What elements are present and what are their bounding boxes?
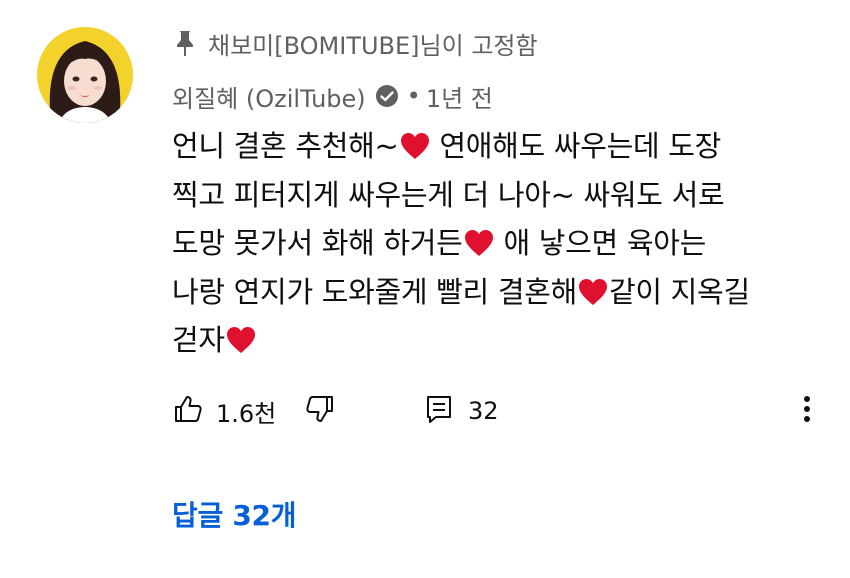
thumb-up-icon[interactable] <box>172 393 204 429</box>
red-heart-emoji-icon <box>226 320 256 353</box>
comment-icon[interactable] <box>424 393 454 429</box>
comment-segment: 언니 결혼 추천해~ <box>172 129 399 163</box>
comment-actions: 1.6천 32 <box>172 390 832 432</box>
like-button[interactable]: 1.6천 <box>172 390 276 432</box>
comment-line: 걷자 <box>172 316 827 365</box>
red-heart-emoji-icon <box>400 126 430 159</box>
dislike-button[interactable] <box>304 390 336 432</box>
comment-line: 나랑 연지가 도와줄게 빨리 결혼해 같이 지옥길 <box>172 268 827 317</box>
author-name[interactable]: 외질혜 (OzilTube) <box>172 79 366 114</box>
comment-timestamp[interactable]: 1년 전 <box>426 79 493 114</box>
comment-segment: 같이 지옥길 <box>609 274 750 309</box>
comment-line: 찍고 피터지게 싸우는게 더 나아~ 싸워도 서로 <box>172 171 827 220</box>
pinned-comment: 채보미[BOMITUBE]님이 고정함 외질혜 (OzilTube) • 1년 … <box>0 0 850 578</box>
verified-check-icon <box>375 84 399 108</box>
view-replies-link[interactable]: 답글 32개 <box>172 494 297 534</box>
reply-count: 32 <box>468 397 499 425</box>
thumb-down-icon[interactable] <box>304 393 336 429</box>
pinned-text: 채보미[BOMITUBE]님이 고정함 <box>208 31 538 60</box>
red-heart-emoji-icon <box>578 272 608 305</box>
comment-header: 외질혜 (OzilTube) • 1년 전 <box>172 78 493 114</box>
comment-line: 도망 못가서 화해 하거든 애 낳으면 육아는 <box>172 219 827 268</box>
like-count: 1.6천 <box>216 399 277 428</box>
pin-icon <box>172 28 198 58</box>
pinned-label: 채보미[BOMITUBE]님이 고정함 <box>172 24 538 62</box>
comment-segment: 나랑 연지가 도와줄게 빨리 결혼해 <box>172 274 577 309</box>
more-vert-icon[interactable] <box>803 393 811 429</box>
reply-button[interactable]: 32 <box>424 390 499 432</box>
comment-segment: 걷자 <box>172 323 225 357</box>
comment-segment: 애 낳으면 육아는 <box>503 226 706 260</box>
comment-segment: 찍고 피터지게 싸우는게 더 나아~ 싸워도 서로 <box>172 177 725 212</box>
separator-dot: • <box>406 82 421 110</box>
comment-line: 언니 결혼 추천해~ 연애해도 싸우는데 도장 <box>172 122 827 171</box>
avatar[interactable] <box>37 27 133 123</box>
comment-segment: 도망 못가서 화해 하거든 <box>172 226 463 260</box>
more-options-button[interactable] <box>800 390 814 432</box>
comment-body: 언니 결혼 추천해~ 연애해도 싸우는데 도장 찍고 피터지게 싸우는게 더 나… <box>172 122 827 365</box>
red-heart-emoji-icon <box>464 223 494 256</box>
comment-segment: 연애해도 싸우는데 도장 <box>439 129 722 163</box>
